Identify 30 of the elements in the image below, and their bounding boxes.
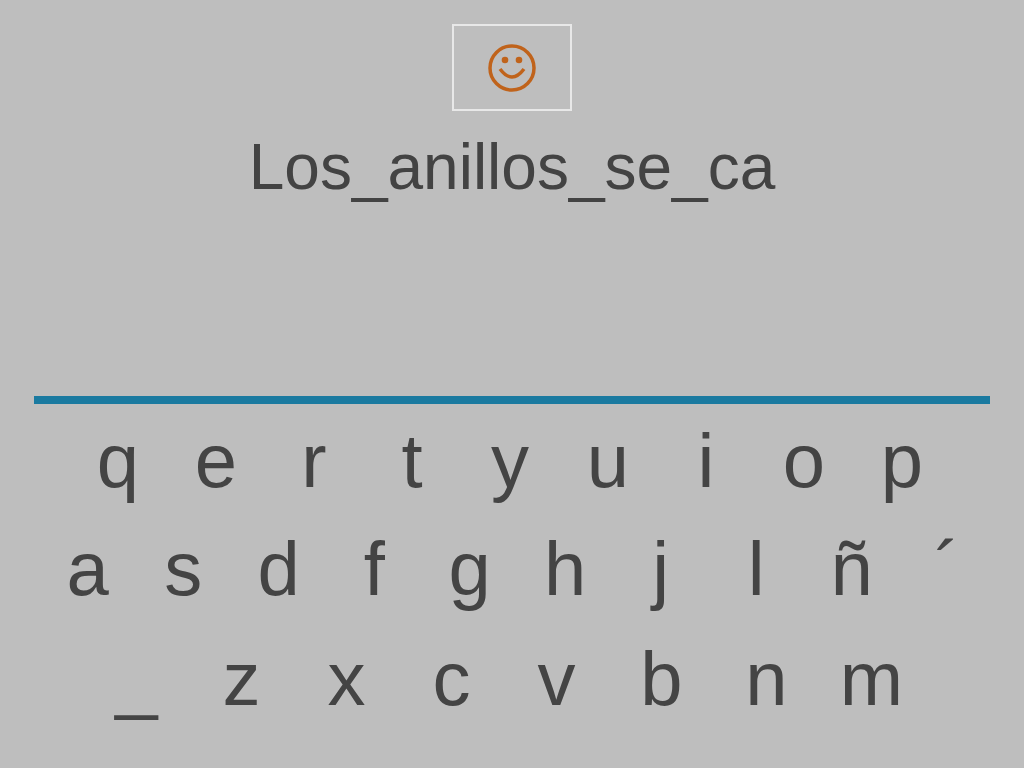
letter-key[interactable]: s [164, 525, 203, 613]
letter-key[interactable]: ´ [934, 525, 960, 613]
letter-key[interactable]: o [782, 417, 826, 505]
letter-key[interactable]: _ [115, 635, 158, 723]
letter-key[interactable]: y [491, 417, 529, 505]
letter-key[interactable]: m [839, 635, 904, 723]
letter-key[interactable]: i [697, 417, 715, 505]
letter-key[interactable]: b [640, 635, 683, 723]
letter-key[interactable]: h [544, 525, 587, 613]
letter-key[interactable]: p [880, 417, 924, 505]
letter-key[interactable]: c [432, 635, 471, 723]
letter-key[interactable]: z [222, 635, 261, 723]
letter-key[interactable]: v [537, 635, 576, 723]
letter-key[interactable]: q [96, 417, 140, 505]
letter-key[interactable]: x [327, 635, 366, 723]
letter-key[interactable]: f [363, 525, 385, 613]
smiley-icon [487, 42, 537, 93]
letter-key[interactable]: j [652, 525, 670, 613]
hint-button[interactable] [452, 24, 572, 111]
letter-key[interactable]: e [194, 417, 238, 505]
answer-text: Los_anillos_se_ca [248, 130, 776, 205]
letter-key[interactable]: d [257, 525, 300, 613]
letter-key[interactable]: l [747, 525, 765, 613]
letter-key[interactable]: g [448, 525, 491, 613]
letter-key[interactable]: n [745, 635, 788, 723]
letter-key[interactable]: a [66, 525, 109, 613]
letter-key[interactable]: ñ [830, 525, 873, 613]
letter-key[interactable]: t [401, 417, 423, 505]
letter-key[interactable]: u [586, 417, 630, 505]
letter-key[interactable]: r [301, 417, 327, 505]
